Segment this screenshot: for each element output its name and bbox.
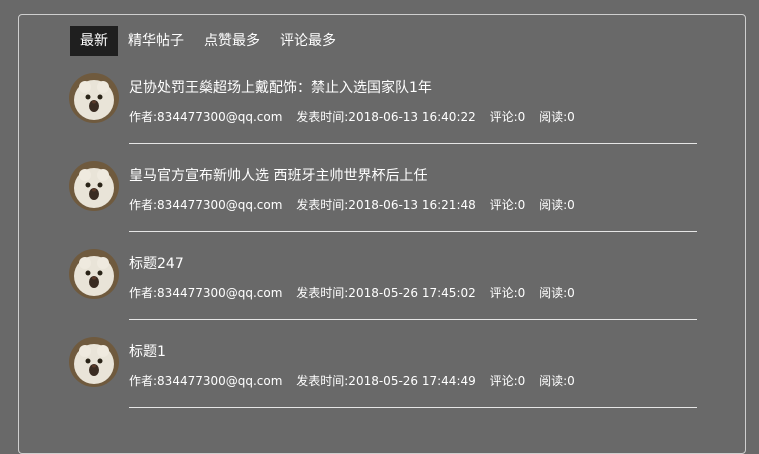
post-reads: 阅读:0 [539, 110, 575, 124]
post-reads: 阅读:0 [539, 198, 575, 212]
user-avatar-icon[interactable] [69, 249, 119, 299]
user-avatar-icon[interactable] [69, 73, 119, 123]
tab-latest[interactable]: 最新 [70, 26, 118, 56]
post-meta: 作者:834477300@qq.com 发表时间:2018-06-13 16:4… [129, 108, 585, 125]
post-reads: 阅读:0 [539, 374, 575, 388]
divider [129, 407, 697, 408]
post-comments: 评论:0 [489, 286, 526, 300]
user-avatar-icon[interactable] [69, 161, 119, 211]
tab-most-commented[interactable]: 评论最多 [270, 26, 346, 56]
post-time: 发表时间:2018-05-26 17:45:02 [296, 286, 476, 300]
user-avatar-icon[interactable] [69, 337, 119, 387]
forum-panel: 最新 精华帖子 点赞最多 评论最多 足协处罚王燊超场上戴配饰：禁止入选国家队1年 [18, 14, 746, 454]
post-time: 发表时间:2018-05-26 17:44:49 [296, 374, 476, 388]
post-time: 发表时间:2018-06-13 16:40:22 [296, 110, 476, 124]
post-comments: 评论:0 [489, 198, 526, 212]
post-reads: 阅读:0 [539, 286, 575, 300]
post-time: 发表时间:2018-06-13 16:21:48 [296, 198, 476, 212]
post-author: 作者:834477300@qq.com [129, 110, 283, 124]
post-author: 作者:834477300@qq.com [129, 374, 283, 388]
list-item: 足协处罚王燊超场上戴配饰：禁止入选国家队1年 作者:834477300@qq.c… [69, 71, 697, 159]
post-list: 足协处罚王燊超场上戴配饰：禁止入选国家队1年 作者:834477300@qq.c… [69, 71, 697, 423]
post-author: 作者:834477300@qq.com [129, 286, 283, 300]
post-title[interactable]: 标题1 [129, 341, 166, 361]
post-meta: 作者:834477300@qq.com 发表时间:2018-06-13 16:2… [129, 196, 585, 213]
divider [129, 319, 697, 320]
tab-bar: 最新 精华帖子 点赞最多 评论最多 [70, 26, 346, 56]
list-item: 标题247 作者:834477300@qq.com 发表时间:2018-05-2… [69, 247, 697, 335]
divider [129, 143, 697, 144]
post-title[interactable]: 皇马官方宣布新帅人选 西班牙主帅世界杯后上任 [129, 165, 427, 185]
tab-featured[interactable]: 精华帖子 [118, 26, 194, 56]
post-author: 作者:834477300@qq.com [129, 198, 283, 212]
post-comments: 评论:0 [489, 374, 526, 388]
post-title[interactable]: 足协处罚王燊超场上戴配饰：禁止入选国家队1年 [129, 77, 432, 97]
list-item: 皇马官方宣布新帅人选 西班牙主帅世界杯后上任 作者:834477300@qq.c… [69, 159, 697, 247]
post-meta: 作者:834477300@qq.com 发表时间:2018-05-26 17:4… [129, 372, 585, 389]
post-title[interactable]: 标题247 [129, 253, 184, 273]
tab-most-liked[interactable]: 点赞最多 [194, 26, 270, 56]
divider [129, 231, 697, 232]
list-item: 标题1 作者:834477300@qq.com 发表时间:2018-05-26 … [69, 335, 697, 423]
post-comments: 评论:0 [489, 110, 526, 124]
post-meta: 作者:834477300@qq.com 发表时间:2018-05-26 17:4… [129, 284, 585, 301]
